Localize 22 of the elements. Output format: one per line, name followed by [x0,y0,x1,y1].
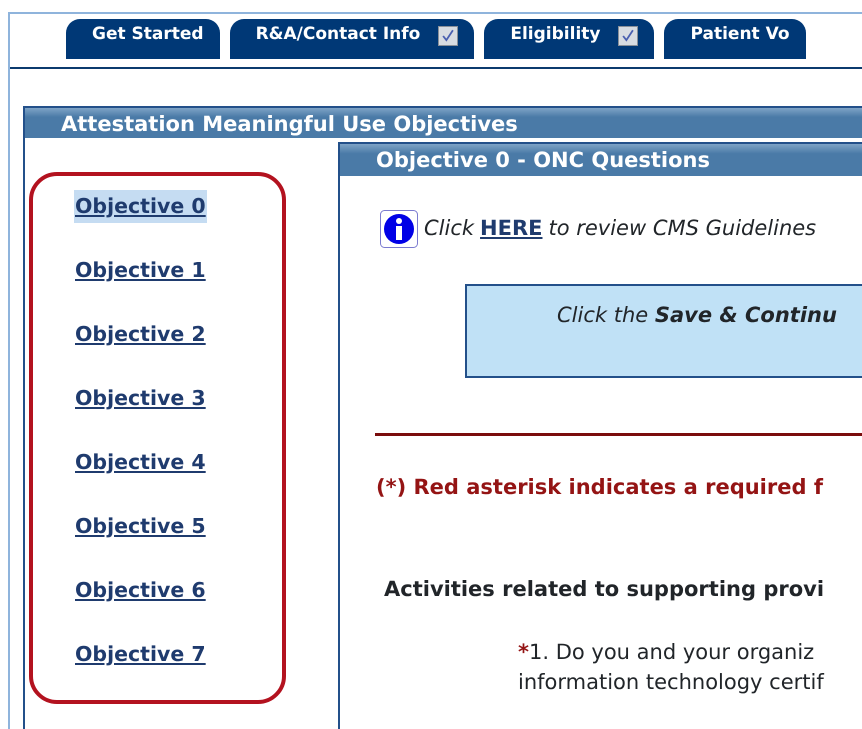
objective-link[interactable]: Objective 4 [74,446,207,479]
tab[interactable]: Eligibility [484,19,654,59]
objective-header: Objective 0 - ONC Questions [340,144,862,176]
tab[interactable]: Get Started [66,19,220,59]
objective-link[interactable]: Objective 1 [74,254,207,287]
info-text: Click [424,215,474,242]
objective-link[interactable]: Objective 7 [74,638,207,671]
objective-link[interactable]: Objective 6 [74,574,207,607]
objective-link[interactable]: Objective 2 [74,318,207,351]
panel-header: Attestation Meaningful Use Objectives [25,108,862,138]
here-link[interactable]: HERE [480,213,542,245]
tab[interactable]: R&A/Contact Info [230,19,474,59]
info-text: to review CMS Guidelines [548,215,816,242]
info-icon [380,210,418,248]
question-text: *1. Do you and your organiz information technology certif [518,639,826,696]
tab[interactable]: Patient Vo [664,19,806,59]
objective-link[interactable]: Objective 5 [74,510,207,543]
required-note: (*) Red asterisk indicates a required f [376,474,824,501]
objective-link[interactable]: Objective 0 [74,190,207,223]
notice-box: Click the Save & Continu [465,284,862,378]
section-heading: Activities related to supporting provi [384,576,826,602]
objective-link[interactable]: Objective 3 [74,382,207,415]
